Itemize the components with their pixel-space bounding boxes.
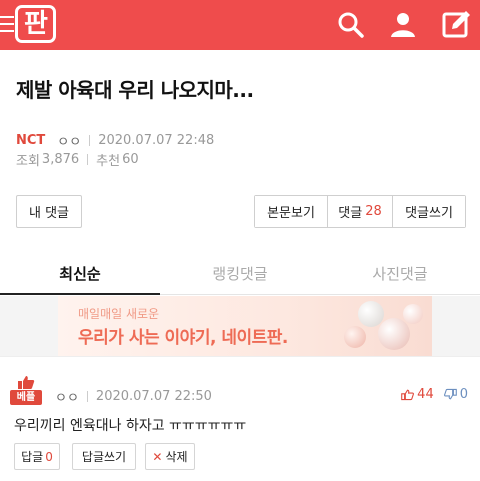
- comments-label: 댓글: [338, 206, 363, 221]
- banner-line1: 매일매일 새로운: [78, 307, 160, 321]
- divider: [89, 135, 91, 146]
- recommend-label: 추천: [96, 154, 121, 169]
- comment-meta: ㅇㅇ 2020.07.07 22:50: [55, 387, 212, 406]
- close-icon: ✕: [152, 449, 163, 464]
- best-badge: 베플: [10, 375, 42, 405]
- board-name[interactable]: NCT: [16, 133, 45, 148]
- divider: [87, 154, 89, 165]
- write-reply-button[interactable]: 답글쓰기: [72, 443, 136, 470]
- view-body-button[interactable]: 본문보기: [255, 196, 327, 227]
- recommend-count: 60: [122, 152, 139, 167]
- pann-logo[interactable]: 판: [15, 5, 56, 43]
- banner-line2: 우리가 사는 이야기, 네이트판.: [78, 328, 288, 348]
- user-icon[interactable]: [387, 9, 419, 41]
- reply-label: 답글: [21, 450, 44, 464]
- post-date: 2020.07.07 22:48: [98, 133, 215, 148]
- my-comments-button[interactable]: 내 댓글: [16, 195, 82, 228]
- comment-votes: 44 0: [401, 387, 468, 402]
- comment-date: 2020.07.07 22:50: [95, 389, 212, 404]
- downvote-count: 0: [459, 387, 468, 402]
- top-bar: 판: [0, 0, 480, 50]
- thumbs-down-icon: [443, 388, 457, 400]
- reply-button[interactable]: 답글 0: [14, 443, 60, 470]
- pearl-decoration: [378, 318, 410, 350]
- post-title: 제발 아육대 우리 나오지마...: [16, 78, 254, 102]
- post-action-group: 본문보기 댓글 28 댓글쓰기: [254, 195, 466, 228]
- write-comment-button[interactable]: 댓글쓰기: [392, 196, 465, 227]
- comment-author: ㅇㅇ: [55, 391, 79, 406]
- best-label: 베플: [10, 390, 42, 405]
- upvote-button[interactable]: 44: [401, 387, 434, 402]
- tab-latest[interactable]: 최신순: [0, 252, 160, 295]
- tab-photo[interactable]: 사진댓글: [320, 252, 480, 294]
- comments-button[interactable]: 댓글 28: [327, 196, 392, 227]
- views-label: 조회: [16, 154, 40, 169]
- post-stats: 조회 3,876 추천 60: [16, 150, 139, 169]
- banner-area: 매일매일 새로운 우리가 사는 이야기, 네이트판.: [0, 296, 480, 356]
- delete-label: 삭제: [165, 450, 188, 464]
- delete-button[interactable]: ✕ 삭제: [145, 443, 195, 470]
- comment-body: 우리끼리 엔육대나 하자고 ㅠㅠㅠㅠㅠㅠ: [14, 418, 247, 434]
- divider: [86, 391, 88, 402]
- thumbs-up-icon: [401, 389, 415, 401]
- pearl-decoration: [403, 304, 423, 324]
- post-meta: NCT ㅇㅇ 2020.07.07 22:48: [16, 131, 214, 150]
- comments-count: 28: [365, 204, 382, 219]
- pearl-decoration: [358, 301, 384, 327]
- comment-item: 베플 ㅇㅇ 2020.07.07 22:50 44 0 우리끼리 엔육대나 하자…: [0, 356, 480, 481]
- upvote-count: 44: [417, 387, 434, 402]
- menu-icon[interactable]: [0, 16, 14, 32]
- reply-count: 0: [45, 449, 53, 464]
- pearl-decoration: [344, 326, 366, 348]
- write-icon[interactable]: [440, 9, 472, 41]
- downvote-button[interactable]: 0: [443, 387, 468, 402]
- promo-banner[interactable]: 매일매일 새로운 우리가 사는 이야기, 네이트판.: [58, 296, 432, 356]
- tab-ranking[interactable]: 랭킹댓글: [160, 252, 320, 294]
- thumbs-up-icon: [18, 376, 35, 389]
- post-author: ㅇㅇ: [57, 135, 82, 150]
- search-icon[interactable]: [335, 9, 367, 41]
- comment-sort-tabs: 최신순 랭킹댓글 사진댓글: [0, 252, 480, 295]
- views-count: 3,876: [41, 152, 80, 167]
